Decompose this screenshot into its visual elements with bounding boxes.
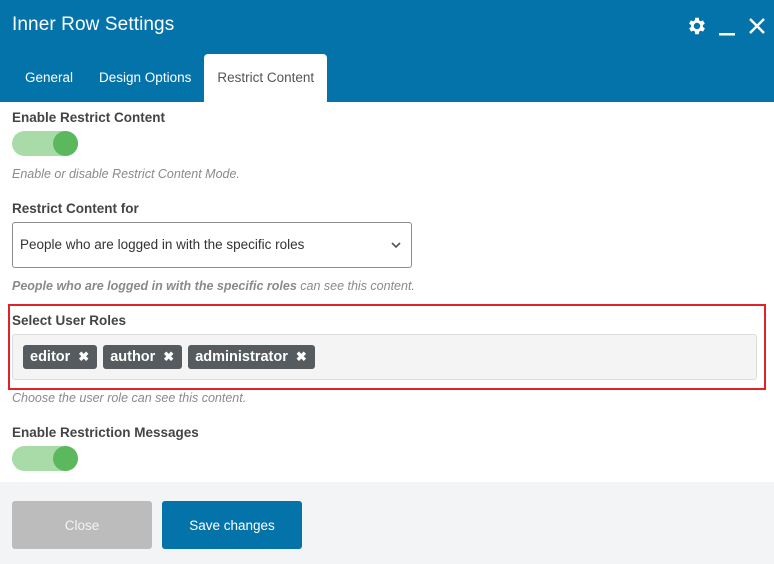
enable-restrict-label: Enable Restrict Content [12,110,166,125]
settings-content: Enable Restrict Content Enable or disabl… [0,102,774,482]
role-tag-author: author ✖ [103,345,183,369]
toggle-knob [53,131,78,156]
role-tag-administrator: administrator ✖ [188,345,315,369]
tab-restrict-content[interactable]: Restrict Content [204,54,328,102]
role-tag-editor: editor ✖ [23,345,98,369]
remove-tag-icon[interactable]: ✖ [78,349,89,365]
enable-messages-label: Enable Restriction Messages [12,425,199,440]
tag-label: administrator [195,349,288,365]
tab-bar: General Design Options Restrict Content [12,54,328,102]
enable-messages-toggle[interactable] [12,446,78,471]
tag-label: editor [30,349,71,365]
user-roles-label: Select User Roles [12,313,127,328]
minimize-icon[interactable] [716,14,738,38]
close-button[interactable]: Close [12,501,152,549]
toggle-knob [53,446,78,471]
tab-general[interactable]: General [12,54,86,102]
tag-label: author [110,349,156,365]
gear-icon[interactable] [686,14,708,38]
restrict-for-select[interactable]: People who are logged in with the specif… [12,222,412,268]
enable-restrict-help: Enable or disable Restrict Content Mode. [12,167,240,181]
modal-header: Inner Row Settings General Design Option… [0,0,774,102]
tab-design-options[interactable]: Design Options [86,54,204,102]
enable-restrict-toggle[interactable] [12,131,78,156]
user-roles-help: Choose the user role can see this conten… [12,391,247,405]
close-icon[interactable] [746,14,768,38]
modal-title: Inner Row Settings [12,14,175,35]
restrict-for-help-rest: can see this content. [296,279,415,293]
modal-footer: Close Save changes [0,482,774,564]
restrict-for-label: Restrict Content for [12,201,139,216]
remove-tag-icon[interactable]: ✖ [296,349,307,365]
remove-tag-icon[interactable]: ✖ [163,349,174,365]
user-roles-multiselect[interactable]: editor ✖ author ✖ administrator ✖ [12,334,757,380]
restrict-for-value: People who are logged in with the specif… [20,237,305,252]
restrict-for-help: People who are logged in with the specif… [12,279,415,293]
restrict-for-help-bold: People who are logged in with the specif… [12,279,297,293]
chevron-down-icon [391,242,401,249]
save-changes-button[interactable]: Save changes [162,501,302,549]
